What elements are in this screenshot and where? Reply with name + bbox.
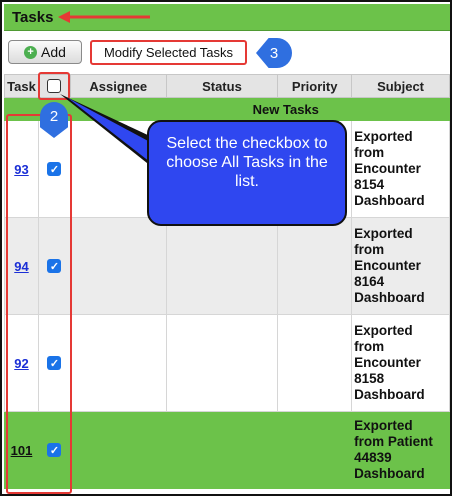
callout-pointer [60, 94, 152, 167]
tasks-panel: Tasks + Add Modify Selected Tasks 3 Task… [0, 0, 452, 496]
instruction-bubble: Select the checkbox to choose All Tasks … [147, 120, 347, 226]
